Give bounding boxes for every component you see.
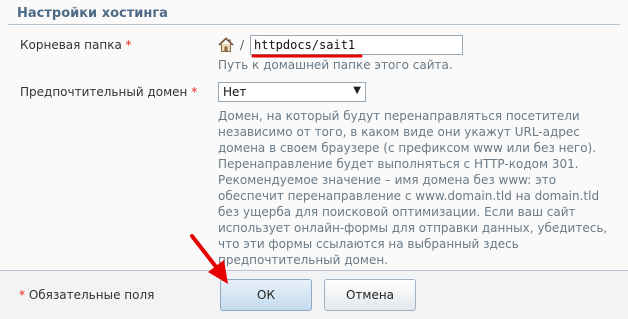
annotation-arrow-icon	[190, 234, 228, 284]
required-mark: *	[125, 38, 132, 52]
section-title: Настройки хостинга	[17, 6, 168, 21]
preferred-domain-description: Домен, на который будут перенаправляться…	[218, 109, 608, 267]
required-mark: *	[19, 288, 25, 302]
root-folder-input[interactable]: httpdocs/sait1	[250, 35, 463, 55]
home-icon	[218, 37, 234, 53]
section-divider	[8, 24, 620, 25]
preferred-domain-selected: Нет	[223, 85, 247, 99]
required-fields-note: * Обязательные поля	[19, 288, 154, 302]
chevron-down-icon: ▼	[353, 85, 361, 96]
preferred-domain-select[interactable]: Нет ▼	[218, 82, 366, 102]
root-folder-label: Корневая папка *	[20, 38, 132, 52]
hosting-settings-panel: Настройки хостинга Корневая папка * / ht…	[0, 0, 628, 319]
root-folder-hint: Путь к домашней папке этого сайта.	[218, 58, 453, 72]
preferred-domain-label: Предпочтительный домен *	[20, 85, 197, 99]
required-mark: *	[191, 85, 198, 99]
path-separator: /	[240, 38, 245, 52]
cancel-button[interactable]: Отмена	[324, 279, 416, 311]
required-fields-text: Обязательные поля	[28, 288, 155, 302]
preferred-domain-label-text: Предпочтительный домен	[20, 85, 188, 99]
root-folder-label-text: Корневая папка	[20, 38, 122, 52]
